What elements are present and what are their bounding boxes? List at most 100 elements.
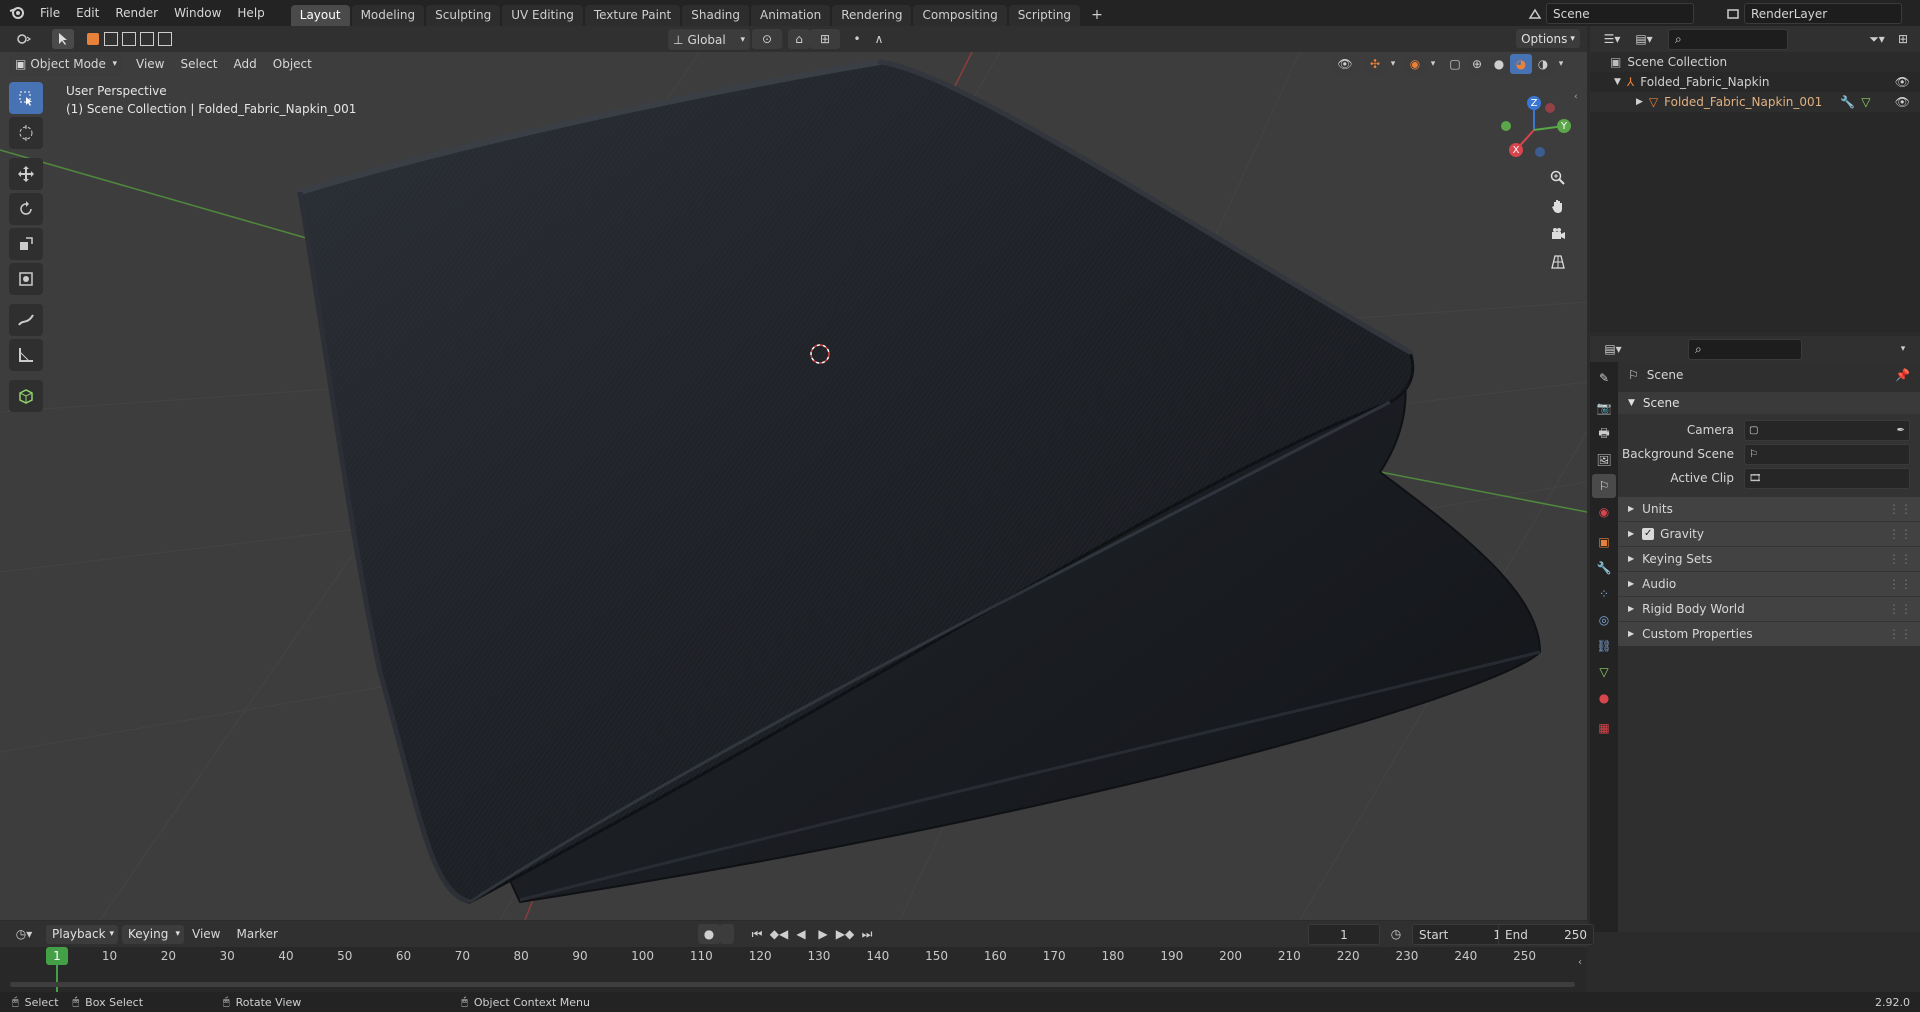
- playback-menu[interactable]: Playback ▾: [46, 924, 118, 944]
- tab-modeling[interactable]: Modeling: [351, 5, 425, 26]
- outliner-row-scene-collection[interactable]: ▣ Scene Collection: [1590, 52, 1920, 72]
- auto-key-option-icon[interactable]: [720, 924, 734, 944]
- drag-handle-icon[interactable]: ⋮⋮: [1888, 572, 1912, 596]
- data-tab-icon[interactable]: ▽: [1592, 660, 1616, 684]
- properties-options-chevron-icon[interactable]: ▾: [1892, 339, 1914, 359]
- perspective-toggle-icon[interactable]: [1547, 252, 1569, 272]
- outliner-editor-type-icon[interactable]: ☰▾: [1596, 29, 1628, 49]
- tab-shading[interactable]: Shading: [682, 5, 749, 26]
- keying-menu[interactable]: Keying ▾: [122, 924, 184, 944]
- gravity-checkbox[interactable]: ✓: [1642, 528, 1655, 540]
- menu-file[interactable]: File: [32, 6, 68, 20]
- material-shading-icon[interactable]: ◕: [1510, 54, 1532, 74]
- scale-tool[interactable]: [9, 228, 43, 260]
- jump-prev-keyframe-icon[interactable]: ◆◀: [768, 924, 790, 944]
- pin-icon[interactable]: 📌: [1895, 368, 1910, 382]
- proportional-edit-icon[interactable]: •: [846, 29, 868, 49]
- audio-panel[interactable]: ▶ Audio ⋮⋮: [1618, 571, 1920, 596]
- output-tab-icon[interactable]: 🖶: [1592, 422, 1616, 446]
- texture-tab-icon[interactable]: ▦: [1592, 716, 1616, 740]
- camera-field[interactable]: ▢ ✒: [1744, 419, 1910, 441]
- pivot-point-icon[interactable]: ⊙: [752, 29, 782, 49]
- y-axis-icon[interactable]: Y: [1557, 119, 1571, 133]
- timeline-editor-type-icon[interactable]: ◷▾: [8, 924, 40, 944]
- menu-help[interactable]: Help: [229, 6, 272, 20]
- world-tab-icon[interactable]: ◉: [1592, 500, 1616, 524]
- selection-mode-subtract-icon[interactable]: [120, 29, 138, 49]
- filter-icon[interactable]: ⏷▾: [1862, 29, 1892, 49]
- timeline-menu-marker[interactable]: Marker: [228, 927, 285, 941]
- background-scene-field[interactable]: ⚐: [1744, 443, 1910, 465]
- timeline[interactable]: 10 20 30 40 50 60 70 80 90 100 110 120 130 140 150 160 1…: [0, 947, 1587, 992]
- select-tool-icon[interactable]: [52, 29, 74, 49]
- viewport-menu-object[interactable]: Object: [265, 57, 320, 71]
- end-frame-field[interactable]: End 250: [1498, 924, 1594, 945]
- rigid-body-world-panel[interactable]: ▶ Rigid Body World ⋮⋮: [1618, 596, 1920, 621]
- tab-scripting[interactable]: Scripting: [1008, 5, 1081, 26]
- particles-tab-icon[interactable]: ⁘: [1592, 582, 1616, 606]
- tab-rendering[interactable]: Rendering: [832, 5, 912, 26]
- selection-mode-intersect-icon[interactable]: [156, 29, 174, 49]
- timeline-sidebar-toggle-icon[interactable]: ‹: [1578, 957, 1582, 968]
- xray-icon[interactable]: ▢: [1444, 54, 1466, 74]
- play-reverse-icon[interactable]: ◀: [790, 924, 812, 944]
- rotate-tool[interactable]: [9, 193, 43, 225]
- 3d-viewport[interactable]: User Perspective (1) Scene Collection | …: [0, 52, 1587, 920]
- viewport-menu-add[interactable]: Add: [226, 57, 265, 71]
- drag-handle-icon[interactable]: ⋮⋮: [1888, 522, 1912, 546]
- viewport-menu-select[interactable]: Select: [172, 57, 225, 71]
- rendered-shading-icon[interactable]: ◑: [1532, 54, 1554, 74]
- tab-layout[interactable]: Layout: [290, 5, 350, 26]
- preview-range-icon[interactable]: ◷: [1385, 924, 1407, 944]
- editor-type-icon[interactable]: [8, 29, 40, 49]
- playhead-frame-label[interactable]: 1: [46, 947, 68, 965]
- tool-tab-icon[interactable]: ✎: [1592, 366, 1616, 390]
- constraints-tab-icon[interactable]: ⛓: [1592, 634, 1616, 658]
- view-layer-selector[interactable]: RenderLayer: [1722, 3, 1902, 24]
- view-layer-tab-icon[interactable]: 🖼: [1592, 448, 1616, 472]
- keying-sets-panel[interactable]: ▶ Keying Sets ⋮⋮: [1618, 546, 1920, 571]
- gravity-panel[interactable]: ▶ ✓ Gravity ⋮⋮: [1618, 521, 1920, 546]
- falloff-icon[interactable]: ∧: [868, 29, 890, 49]
- units-panel[interactable]: ▶ Units ⋮⋮: [1618, 496, 1920, 521]
- viewport-menu-view[interactable]: View: [128, 57, 172, 71]
- custom-properties-panel[interactable]: ▶ Custom Properties ⋮⋮: [1618, 621, 1920, 646]
- modifier-wrench-icon[interactable]: 🔧: [1840, 92, 1855, 112]
- object-expand-icon[interactable]: ▶: [1636, 92, 1643, 112]
- timeline-menu-view[interactable]: View: [184, 927, 228, 941]
- scene-panel-expand-icon[interactable]: ▼: [1628, 392, 1635, 414]
- object-visibility-eye-icon[interactable]: 👁: [1895, 92, 1910, 112]
- timeline-ruler[interactable]: 10 20 30 40 50 60 70 80 90 100 110 120 130 140 150 160 1…: [0, 947, 1587, 967]
- jump-start-icon[interactable]: ⏮: [746, 924, 768, 944]
- play-icon[interactable]: ▶: [812, 924, 834, 944]
- tab-uv-editing[interactable]: UV Editing: [502, 5, 583, 26]
- shading-chevron-icon[interactable]: ▾: [1554, 54, 1568, 74]
- snap-icon[interactable]: ⌂: [788, 29, 810, 49]
- pan-hand-icon[interactable]: [1547, 196, 1569, 216]
- gizmo-icon[interactable]: ✣: [1364, 54, 1386, 74]
- new-collection-icon[interactable]: ⊞: [1892, 29, 1914, 49]
- jump-end-icon[interactable]: ⏭: [856, 924, 878, 944]
- menu-edit[interactable]: Edit: [68, 6, 107, 20]
- wireframe-shading-icon[interactable]: ⊕: [1466, 54, 1488, 74]
- z-axis-icon[interactable]: Z: [1527, 96, 1541, 110]
- scene-name-field[interactable]: Scene: [1546, 3, 1694, 24]
- tab-sculpting[interactable]: Sculpting: [426, 5, 501, 26]
- gizmo-chevron-icon[interactable]: ▾: [1386, 54, 1400, 74]
- mesh-data-icon[interactable]: ▽: [1861, 92, 1870, 112]
- drag-handle-icon[interactable]: ⋮⋮: [1888, 622, 1912, 646]
- menu-window[interactable]: Window: [166, 6, 229, 20]
- display-mode-icon[interactable]: ▤▾: [1628, 29, 1660, 49]
- annotate-tool[interactable]: [9, 304, 43, 336]
- cursor-tool[interactable]: [9, 117, 43, 149]
- select-box-tool[interactable]: [9, 82, 43, 114]
- tab-compositing[interactable]: Compositing: [913, 5, 1007, 26]
- jump-next-keyframe-icon[interactable]: ▶◆: [834, 924, 856, 944]
- record-icon[interactable]: ●: [698, 924, 720, 944]
- tab-animation[interactable]: Animation: [751, 5, 831, 26]
- blender-logo-icon[interactable]: [6, 3, 28, 23]
- eyedropper-icon[interactable]: ✒: [1897, 425, 1905, 436]
- outliner-row-collection[interactable]: ▼ ⅄ Folded_Fabric_Napkin 👁: [1590, 72, 1920, 92]
- transform-tool[interactable]: [9, 263, 43, 295]
- zoom-icon[interactable]: [1547, 168, 1569, 188]
